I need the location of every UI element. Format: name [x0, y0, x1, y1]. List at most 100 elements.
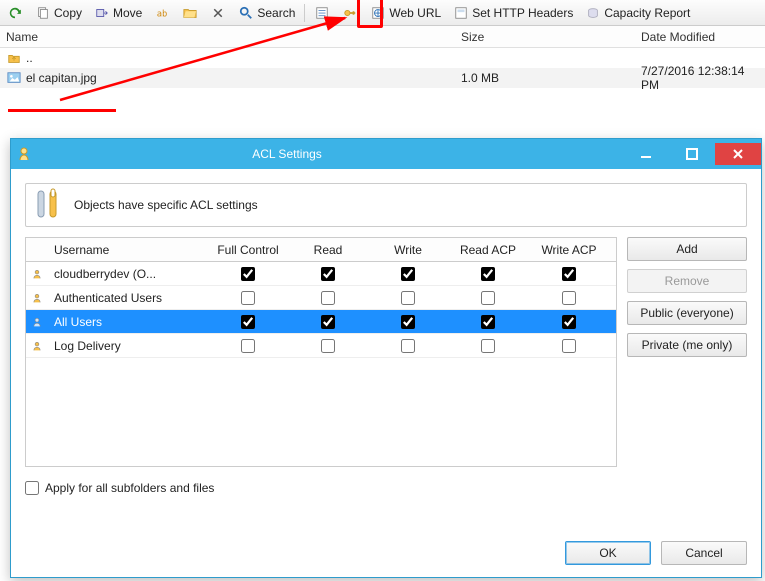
cancel-button[interactable]: Cancel	[661, 541, 747, 565]
move-button[interactable]: Move	[91, 3, 145, 23]
delete-button[interactable]	[207, 3, 229, 23]
perm-full-checkbox[interactable]	[241, 315, 255, 329]
perm-read_acp-checkbox[interactable]	[481, 267, 495, 281]
http-headers-label: Set HTTP Headers	[472, 6, 573, 20]
col-username[interactable]: Username	[48, 243, 208, 257]
acl-table: Username Full Control Read Write Read AC…	[25, 237, 617, 467]
perm-write-checkbox[interactable]	[401, 339, 415, 353]
maximize-button[interactable]	[669, 143, 715, 165]
col-write[interactable]: Write	[368, 243, 448, 257]
perm-full-checkbox[interactable]	[241, 267, 255, 281]
col-header-date[interactable]: Date Modified	[635, 26, 765, 47]
new-folder-button[interactable]	[179, 3, 201, 23]
refresh-icon	[7, 5, 23, 21]
acl-username: cloudberrydev (O...	[48, 267, 208, 281]
web-url-label: Web URL	[389, 6, 441, 20]
user-icon	[26, 314, 48, 330]
move-icon	[94, 5, 110, 21]
copy-button[interactable]: Copy	[32, 3, 85, 23]
file-date: 7/27/2016 12:38:14 PM	[641, 64, 759, 92]
perm-write-checkbox[interactable]	[401, 291, 415, 305]
main-toolbar: Copy Move ab Search	[0, 0, 765, 26]
search-icon	[238, 5, 254, 21]
public-button[interactable]: Public (everyone)	[627, 301, 747, 325]
user-icon	[26, 338, 48, 354]
col-header-name[interactable]: Name	[0, 26, 455, 47]
private-button[interactable]: Private (me only)	[627, 333, 747, 357]
perm-read-checkbox[interactable]	[321, 339, 335, 353]
acl-username: Authenticated Users	[48, 291, 208, 305]
col-read-acp[interactable]: Read ACP	[448, 243, 528, 257]
svg-text:ab: ab	[157, 9, 168, 19]
remove-button: Remove	[627, 269, 747, 293]
perm-full-checkbox[interactable]	[241, 339, 255, 353]
file-row[interactable]: el capitan.jpg 1.0 MB 7/27/2016 12:38:14…	[0, 68, 765, 88]
delete-icon	[210, 5, 226, 21]
col-full-control[interactable]: Full Control	[208, 243, 288, 257]
perm-write_acp-checkbox[interactable]	[562, 339, 576, 353]
dialog-icon	[11, 146, 41, 162]
perm-write-checkbox[interactable]	[401, 267, 415, 281]
http-headers-icon	[453, 5, 469, 21]
minimize-button[interactable]	[623, 143, 669, 165]
acl-key-icon	[342, 5, 358, 21]
capacity-icon	[585, 5, 601, 21]
perm-read_acp-checkbox[interactable]	[481, 291, 495, 305]
col-write-acp[interactable]: Write ACP	[528, 243, 610, 257]
perm-write_acp-checkbox[interactable]	[562, 291, 576, 305]
apply-subfolders-label: Apply for all subfolders and files	[45, 481, 214, 495]
col-header-size[interactable]: Size	[455, 26, 635, 47]
perm-read_acp-checkbox[interactable]	[481, 339, 495, 353]
rename-icon: ab	[154, 5, 170, 21]
user-icon	[26, 266, 48, 282]
dialog-titlebar[interactable]: ACL Settings	[11, 139, 761, 169]
perm-read-checkbox[interactable]	[321, 291, 335, 305]
acl-button[interactable]	[339, 3, 361, 23]
acl-banner: Objects have specific ACL settings	[25, 183, 747, 227]
file-name: el capitan.jpg	[26, 71, 97, 85]
folder-open-icon	[182, 5, 198, 21]
perm-write_acp-checkbox[interactable]	[562, 315, 576, 329]
web-url-button[interactable]: Web URL	[367, 3, 444, 23]
rename-button[interactable]: ab	[151, 3, 173, 23]
file-list: .. el capitan.jpg 1.0 MB 7/27/2016 12:38…	[0, 48, 765, 88]
acl-username: Log Delivery	[48, 339, 208, 353]
acl-row[interactable]: cloudberrydev (O...	[26, 262, 616, 286]
acl-dialog: ACL Settings Objects have specific ACL	[10, 138, 762, 578]
acl-row[interactable]: All Users	[26, 310, 616, 334]
acl-tools-icon	[34, 187, 64, 224]
acl-row[interactable]: Authenticated Users	[26, 286, 616, 310]
web-url-icon	[370, 5, 386, 21]
properties-button[interactable]	[311, 3, 333, 23]
close-button[interactable]	[715, 143, 761, 165]
perm-read-checkbox[interactable]	[321, 267, 335, 281]
col-read[interactable]: Read	[288, 243, 368, 257]
perm-full-checkbox[interactable]	[241, 291, 255, 305]
capacity-report-button[interactable]: Capacity Report	[582, 3, 693, 23]
apply-subfolders-checkbox[interactable]	[25, 481, 39, 495]
apply-subfolders-row[interactable]: Apply for all subfolders and files	[25, 481, 747, 495]
perm-read-checkbox[interactable]	[321, 315, 335, 329]
move-label: Move	[113, 6, 142, 20]
refresh-button[interactable]	[4, 3, 26, 23]
perm-write-checkbox[interactable]	[401, 315, 415, 329]
acl-row[interactable]: Log Delivery	[26, 334, 616, 358]
acl-banner-text: Objects have specific ACL settings	[74, 198, 258, 212]
copy-label: Copy	[54, 6, 82, 20]
capacity-label: Capacity Report	[604, 6, 690, 20]
http-headers-button[interactable]: Set HTTP Headers	[450, 3, 576, 23]
search-button[interactable]: Search	[235, 3, 298, 23]
search-label: Search	[257, 6, 295, 20]
acl-side-buttons: Add Remove Public (everyone) Private (me…	[627, 237, 747, 467]
acl-username: All Users	[48, 315, 208, 329]
add-button[interactable]: Add	[627, 237, 747, 261]
highlight-filename	[8, 109, 116, 112]
copy-icon	[35, 5, 51, 21]
parent-label: ..	[26, 51, 33, 65]
image-file-icon	[6, 70, 22, 86]
up-folder-icon	[6, 50, 22, 66]
ok-button[interactable]: OK	[565, 541, 651, 565]
perm-write_acp-checkbox[interactable]	[562, 267, 576, 281]
user-icon	[26, 290, 48, 306]
perm-read_acp-checkbox[interactable]	[481, 315, 495, 329]
